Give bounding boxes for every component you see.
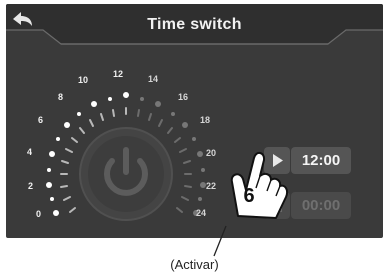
caption: (Activar) [170,257,219,272]
callout-leader-line [213,225,227,257]
